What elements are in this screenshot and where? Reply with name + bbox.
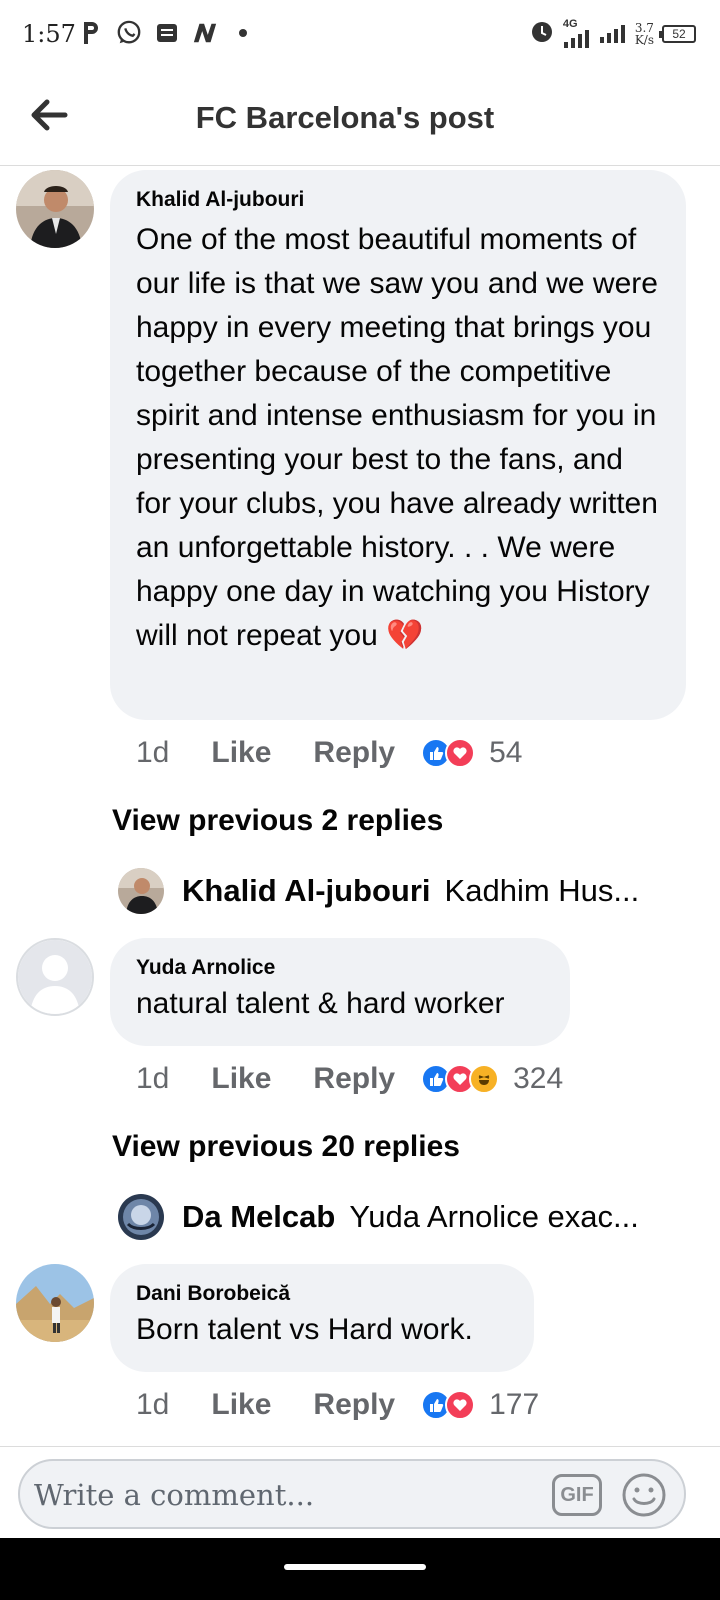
reply-text: Kadhim Hus... (444, 873, 640, 908)
comment-author[interactable]: Dani Borobeică (136, 1282, 508, 1306)
battery-icon: 52 (659, 24, 696, 43)
page-title: FC Barcelona's post (195, 100, 495, 135)
system-nav-bar (0, 1538, 720, 1600)
reply-text: Yuda Arnolice exac... (349, 1199, 639, 1234)
status-right-icons: 4G 3.7 K/s 52 (529, 18, 696, 49)
reaction-count: 324 (513, 1062, 564, 1095)
like-button[interactable]: Like (211, 1388, 271, 1422)
comment-age[interactable]: 1d (136, 1388, 169, 1422)
like-button[interactable]: Like (211, 736, 271, 770)
comment-composer-bar: GIF (0, 1446, 720, 1538)
comment-text: natural talent & hard worker (136, 987, 505, 1020)
notification-icons (78, 18, 256, 48)
smiley-icon (622, 1473, 666, 1517)
parking-icon (78, 18, 104, 48)
comment-bubble[interactable]: Yuda Arnolice natural talent & hard work… (110, 938, 570, 1046)
view-previous-replies[interactable]: View previous 20 replies (112, 1130, 460, 1164)
home-gesture-handle[interactable] (284, 1564, 426, 1570)
reaction-count: 54 (489, 736, 523, 769)
gif-button[interactable]: GIF (552, 1474, 602, 1516)
net-speed: 3.7 K/s (634, 20, 654, 47)
avatar[interactable] (16, 1264, 94, 1342)
comment-age[interactable]: 1d (136, 1062, 169, 1096)
reaction-summary[interactable]: 324 (421, 1062, 563, 1096)
message-icon (154, 18, 180, 48)
comment-author[interactable]: Yuda Arnolice (136, 956, 544, 980)
comment-input[interactable] (34, 1475, 534, 1515)
comment-text: Born talent vs Hard work. (136, 1313, 473, 1346)
haha-reaction-icon (469, 1064, 500, 1094)
comment-actions: 1d Like Reply 177 (136, 1388, 539, 1422)
avatar (118, 868, 164, 914)
reply-button[interactable]: Reply (313, 1062, 395, 1096)
status-bar: 1:57 4G 3.7 K/s 52 (0, 0, 720, 70)
alarm-icon (529, 18, 555, 49)
comment-bubble[interactable]: Dani Borobeică Born talent vs Hard work. (110, 1264, 534, 1372)
comment-actions: 1d Like Reply 324 (136, 1062, 563, 1096)
comment-text: One of the most beautiful moments of our… (136, 223, 658, 652)
reaction-count: 177 (489, 1388, 540, 1421)
reply-author[interactable]: Khalid Al-jubouri (182, 873, 431, 909)
avatar (118, 1194, 164, 1240)
emoji-button[interactable] (620, 1471, 668, 1519)
whatsapp-icon (116, 18, 142, 48)
signal-icon (599, 19, 627, 48)
reply-button[interactable]: Reply (313, 1388, 395, 1422)
status-time: 1:57 (22, 20, 76, 48)
n-app-icon (192, 18, 218, 48)
network-type: 4G (562, 18, 578, 30)
network-signal-icon: 4G (563, 19, 591, 48)
comment-composer[interactable]: GIF (18, 1459, 686, 1529)
avatar[interactable] (16, 170, 94, 248)
comment-age[interactable]: 1d (136, 736, 169, 770)
reply-button[interactable]: Reply (313, 736, 395, 770)
reaction-summary[interactable]: 54 (421, 736, 522, 770)
post-header: FC Barcelona's post (0, 70, 720, 166)
reply-author[interactable]: Da Melcab (182, 1199, 335, 1235)
comment-actions: 1d Like Reply 54 (136, 736, 522, 770)
like-button[interactable]: Like (211, 1062, 271, 1096)
comment-bubble[interactable]: Khalid Al-jubouri One of the most beauti… (110, 170, 686, 720)
reaction-summary[interactable]: 177 (421, 1388, 539, 1422)
love-reaction-icon (445, 738, 476, 768)
view-previous-replies[interactable]: View previous 2 replies (112, 804, 443, 838)
love-reaction-icon (445, 1390, 476, 1420)
dot-icon (230, 18, 256, 48)
reply-preview[interactable]: Da Melcab Yuda Arnolice exac... (118, 1194, 678, 1240)
comment-author[interactable]: Khalid Al-jubouri (136, 188, 660, 212)
avatar[interactable] (16, 938, 94, 1016)
reply-preview[interactable]: Khalid Al-jubouri Kadhim Hus... (118, 868, 678, 914)
